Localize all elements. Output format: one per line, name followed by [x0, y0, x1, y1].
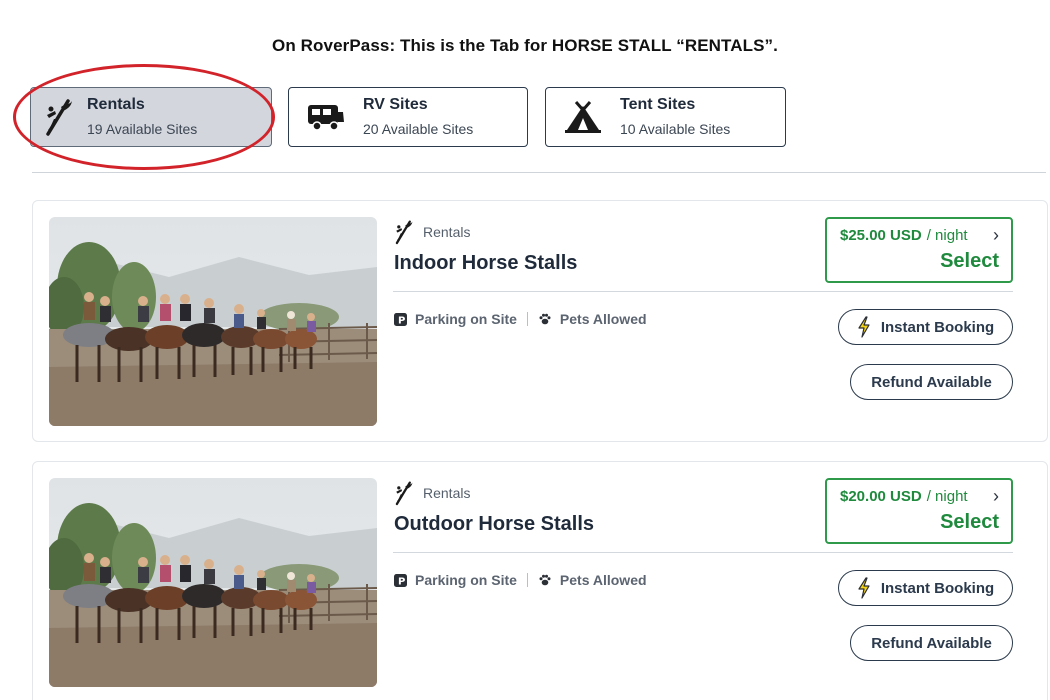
select-label: Select — [940, 250, 999, 272]
amenity-parking: P Parking on Site — [394, 311, 517, 327]
kayak-icon — [395, 220, 413, 245]
divider — [393, 552, 1013, 553]
amenities: P Parking on Site Pets Allowed — [394, 572, 647, 588]
amenity-parking: P Parking on Site — [394, 572, 517, 588]
amenities: P Parking on Site Pets Allowed — [394, 311, 647, 327]
listing-title[interactable]: Outdoor Horse Stalls — [394, 513, 594, 536]
category-label: Rentals — [423, 485, 471, 501]
price-amount: $20.00 USD — [840, 488, 922, 505]
separator — [526, 573, 528, 587]
amenity-pets: Pets Allowed — [538, 311, 647, 327]
instant-booking-badge[interactable]: Instant Booking — [838, 309, 1013, 345]
listing-card-indoor: Rentals Indoor Horse Stalls P Parking on… — [32, 200, 1048, 442]
select-label: Select — [940, 511, 999, 533]
amenity-pets: Pets Allowed — [538, 572, 647, 588]
listing-title[interactable]: Indoor Horse Stalls — [394, 252, 577, 275]
rv-icon — [289, 87, 363, 147]
paw-icon — [539, 574, 551, 586]
chevron-right-icon: › — [993, 486, 999, 506]
tab-rentals[interactable]: Rentals 19 Available Sites — [30, 87, 272, 147]
tab-rv-sites[interactable]: RV Sites 20 Available Sites — [288, 87, 528, 147]
lightning-icon — [858, 316, 870, 338]
price-unit: / night — [926, 227, 968, 244]
tabs-divider — [32, 172, 1046, 173]
svg-text:P: P — [398, 315, 405, 326]
instant-booking-badge[interactable]: Instant Booking — [838, 570, 1013, 606]
listing-category: Rentals — [393, 219, 470, 245]
tent-icon — [546, 87, 620, 147]
listing-card-outdoor: Rentals Outdoor Horse Stalls P Parking o… — [32, 461, 1048, 700]
lightning-icon — [858, 577, 870, 599]
tab-label: Rentals — [87, 96, 145, 113]
listing-photo[interactable] — [49, 478, 377, 687]
tab-label: RV Sites — [363, 96, 428, 113]
listing-category: Rentals — [393, 480, 470, 506]
price-unit: / night — [926, 488, 968, 505]
refund-available-badge[interactable]: Refund Available — [850, 625, 1013, 661]
price-select-button[interactable]: $25.00 USD / night › Select — [825, 217, 1013, 283]
price-select-button[interactable]: $20.00 USD / night › Select — [825, 478, 1013, 544]
tab-label: Tent Sites — [620, 96, 696, 113]
kayak-icon — [31, 87, 87, 147]
chevron-right-icon: › — [993, 225, 999, 245]
separator — [526, 312, 528, 326]
divider — [393, 291, 1013, 292]
tab-count: 10 Available Sites — [620, 121, 731, 137]
listing-photo[interactable] — [49, 217, 377, 426]
price-amount: $25.00 USD — [840, 227, 922, 244]
parking-icon: P — [394, 573, 407, 587]
refund-available-badge[interactable]: Refund Available — [850, 364, 1013, 400]
svg-text:P: P — [398, 576, 405, 587]
parking-icon: P — [394, 312, 407, 326]
paw-icon — [539, 313, 551, 325]
tab-tent-sites[interactable]: Tent Sites 10 Available Sites — [545, 87, 786, 147]
tab-count: 20 Available Sites — [363, 121, 474, 137]
kayak-icon — [395, 481, 413, 506]
annotation-caption: On RoverPass: This is the Tab for HORSE … — [272, 36, 778, 55]
category-label: Rentals — [423, 224, 471, 240]
tab-count: 19 Available Sites — [87, 121, 198, 137]
